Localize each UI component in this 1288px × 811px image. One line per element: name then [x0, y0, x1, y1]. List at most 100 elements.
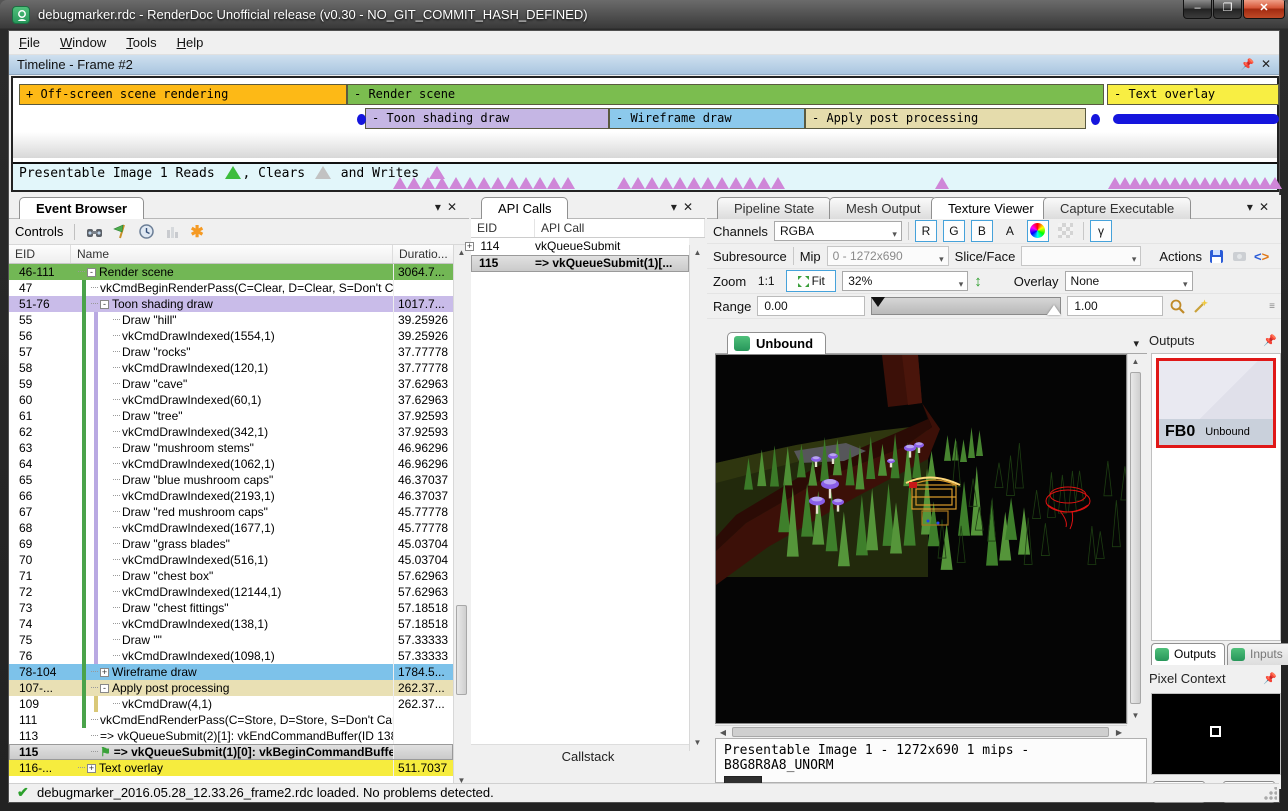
texture-vscrollbar[interactable]: ▲ ▼ — [1127, 354, 1143, 724]
event-row[interactable]: 59 Draw "cave" 37.62963 — [9, 376, 453, 392]
event-row[interactable]: 58 vkCmdDrawIndexed(120,1) 37.77778 — [9, 360, 453, 376]
pin-icon[interactable]: 📌 — [1263, 334, 1277, 347]
event-row[interactable]: 75 Draw "" 57.33333 — [9, 632, 453, 648]
api-calls-header[interactable]: EID API Call — [471, 219, 705, 238]
pin-icon[interactable]: 📌 — [1241, 59, 1255, 71]
timeline-marker-bar[interactable]: + Off-screen scene rendering — [19, 84, 347, 105]
event-row[interactable]: 67 Draw "red mushroom caps" 45.77778 — [9, 504, 453, 520]
minimize-button[interactable]: – — [1183, 0, 1212, 19]
event-row[interactable]: 47 vkCmdBeginRenderPass(C=Clear, D=Clear… — [9, 280, 453, 296]
panel-caret-icon[interactable]: ▾ — [435, 200, 447, 214]
timeline-marker-bar[interactable]: - Render scene — [347, 84, 1104, 105]
tab-capture-executable[interactable]: Capture Executable — [1043, 197, 1191, 219]
event-row[interactable]: 74 vkCmdDrawIndexed(138,1) 57.18518 — [9, 616, 453, 632]
event-row[interactable]: 56 vkCmdDrawIndexed(1554,1) 39.25926 — [9, 328, 453, 344]
event-row[interactable]: 109 vkCmdDraw(4,1) 262.37... — [9, 696, 453, 712]
panel-close-icon[interactable]: ✕ — [683, 200, 699, 214]
green-channel-button[interactable]: G — [943, 220, 965, 242]
event-row[interactable]: 116-... +Text overlay 511.7037 — [9, 760, 453, 776]
texture-hscrollbar[interactable]: ◀ ▶ — [715, 725, 1127, 738]
tab-texture-viewer[interactable]: Texture Viewer — [931, 197, 1051, 219]
overlay-combo[interactable]: None▾ — [1065, 271, 1193, 291]
event-row[interactable]: 111 vkCmdEndRenderPass(C=Store, D=Store,… — [9, 712, 453, 728]
write-usage-triangles[interactable] — [393, 177, 575, 189]
event-row[interactable]: 76 vkCmdDrawIndexed(1098,1) 57.33333 — [9, 648, 453, 664]
range-black-marker[interactable] — [871, 297, 885, 307]
timeline-marker-bar[interactable]: - Apply post processing — [805, 108, 1086, 129]
open-in-program-icon[interactable]: <> — [1254, 249, 1269, 264]
title-bar[interactable]: debugmarker.rdc - RenderDoc Unofficial r… — [0, 0, 1288, 30]
tab-mesh-output[interactable]: Mesh Output — [829, 197, 937, 219]
expand-toggle[interactable]: - — [100, 300, 109, 309]
event-row[interactable]: 65 Draw "blue mushroom caps" 46.37037 — [9, 472, 453, 488]
blue-channel-button[interactable]: B — [971, 220, 993, 242]
event-browser-scrollbar[interactable]: ▲ ▼ — [453, 245, 469, 789]
api-call-row[interactable]: 115 => vkQueueSubmit(1)[... — [471, 255, 689, 272]
menu-item[interactable]: File — [9, 31, 50, 54]
event-row[interactable]: 107-... -Apply post processing 262.37... — [9, 680, 453, 696]
panel-close-icon[interactable]: ✕ — [1259, 200, 1275, 214]
bookmark-flag-icon[interactable] — [112, 223, 129, 240]
close-icon[interactable]: ✕ — [1261, 57, 1271, 71]
close-button[interactable]: ✕ — [1243, 0, 1285, 19]
checkerboard-button[interactable] — [1055, 220, 1077, 242]
event-row[interactable]: 64 vkCmdDrawIndexed(1062,1) 46.96296 — [9, 456, 453, 472]
event-row[interactable]: 73 Draw "chest fittings" 57.18518 — [9, 600, 453, 616]
red-channel-button[interactable]: R — [915, 220, 937, 242]
timeline-draw-dots[interactable] — [1091, 114, 1108, 125]
event-row[interactable]: 51-76 -Toon shading draw 1017.7... — [9, 296, 453, 312]
toolbar-overflow-handle[interactable]: ≡ — [1269, 301, 1275, 312]
maximize-button[interactable]: ❐ — [1213, 0, 1242, 19]
timeline-marker-bar[interactable]: - Text overlay — [1107, 84, 1279, 105]
colorwheel-button[interactable] — [1027, 220, 1049, 242]
time-icon[interactable] — [138, 223, 155, 240]
range-max-field[interactable]: 1.00 — [1067, 296, 1163, 316]
event-row[interactable]: 66 vkCmdDrawIndexed(2193,1) 46.37037 — [9, 488, 453, 504]
timeline-draw-dots[interactable] — [357, 114, 374, 125]
find-icon[interactable] — [86, 223, 103, 240]
tab-event-browser[interactable]: Event Browser — [19, 197, 144, 219]
event-row[interactable]: 70 vkCmdDrawIndexed(516,1) 45.03704 — [9, 552, 453, 568]
event-row[interactable]: 46-111 -Render scene 3064.7... — [9, 264, 453, 280]
event-row[interactable]: 69 Draw "grass blades" 45.03704 — [9, 536, 453, 552]
event-row[interactable]: 71 Draw "chest box" 57.62963 — [9, 568, 453, 584]
alpha-channel-button[interactable]: A — [999, 220, 1021, 242]
output-thumbnail-fb0[interactable]: FB0 Unbound — [1156, 358, 1276, 448]
event-row[interactable]: 115 ⚑=> vkQueueSubmit(1)[0]: vkBeginComm… — [9, 744, 453, 760]
pin-icon[interactable]: 📌 — [1263, 672, 1277, 685]
range-white-marker[interactable] — [1047, 305, 1061, 315]
event-row[interactable]: 60 vkCmdDrawIndexed(60,1) 37.62963 — [9, 392, 453, 408]
zoom-fit-button[interactable]: Fit — [786, 270, 836, 292]
resize-grip[interactable] — [1264, 787, 1277, 800]
tab-inputs[interactable]: Inputs — [1227, 643, 1288, 665]
save-icon[interactable] — [1208, 248, 1225, 265]
menu-item[interactable]: Tools — [116, 31, 166, 54]
event-row[interactable]: 113 => vkQueueSubmit(2)[1]: vkEndCommand… — [9, 728, 453, 744]
texture-tab-list-caret-icon[interactable]: ▾ — [1133, 337, 1139, 350]
autofit-magnifier-icon[interactable] — [1169, 298, 1186, 315]
event-row[interactable]: 78-104 +Wireframe draw 1784.5... — [9, 664, 453, 680]
event-browser-header[interactable]: EID Name Duratio... — [9, 245, 469, 264]
texture-tab-unbound[interactable]: Unbound — [727, 332, 826, 354]
channels-combo[interactable]: RGBA▾ — [774, 221, 902, 241]
timeline[interactable]: + Off-screen scene rendering- Render sce… — [11, 76, 1279, 192]
menu-item[interactable]: Help — [167, 31, 214, 54]
expand-toggle[interactable]: + — [100, 668, 109, 677]
timeline-marker-bar[interactable] — [1113, 114, 1279, 124]
range-slider[interactable] — [871, 297, 1061, 315]
tab-api-calls[interactable]: API Calls — [481, 197, 568, 219]
menu-item[interactable]: Window — [50, 31, 116, 54]
mip-combo[interactable]: 0 - 1272x690▾ — [827, 246, 949, 266]
options-star-icon[interactable]: ✱ — [190, 222, 203, 242]
event-row[interactable]: 72 vkCmdDrawIndexed(12144,1) 57.62963 — [9, 584, 453, 600]
write-usage-triangles[interactable] — [935, 177, 949, 189]
event-row[interactable]: 62 vkCmdDrawIndexed(342,1) 37.92593 — [9, 424, 453, 440]
tab-outputs[interactable]: Outputs — [1151, 643, 1225, 665]
expand-toggle[interactable]: + — [87, 764, 96, 773]
api-call-row[interactable]: + 114 vkQueueSubmit — [471, 238, 689, 255]
panel-caret-icon[interactable]: ▾ — [1247, 200, 1259, 214]
zoom-combo[interactable]: 32%▾ — [842, 271, 968, 291]
timeline-marker-bar[interactable]: - Toon shading draw — [365, 108, 609, 129]
api-calls-scrollbar[interactable]: ▲ ▼ — [689, 245, 705, 751]
event-row[interactable]: 61 Draw "tree" 37.92593 — [9, 408, 453, 424]
